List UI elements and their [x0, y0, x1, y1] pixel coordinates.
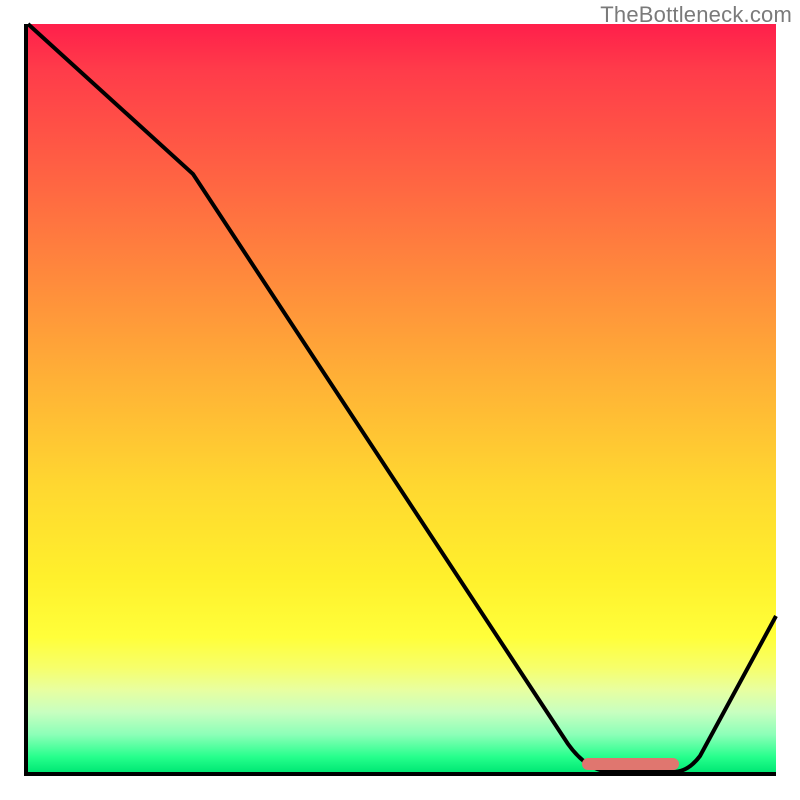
bottleneck-curve — [28, 24, 776, 772]
plot-area — [24, 24, 776, 776]
curve-path — [28, 24, 776, 772]
optimal-range-marker — [582, 758, 679, 770]
chart-container: TheBottleneck.com — [0, 0, 800, 800]
